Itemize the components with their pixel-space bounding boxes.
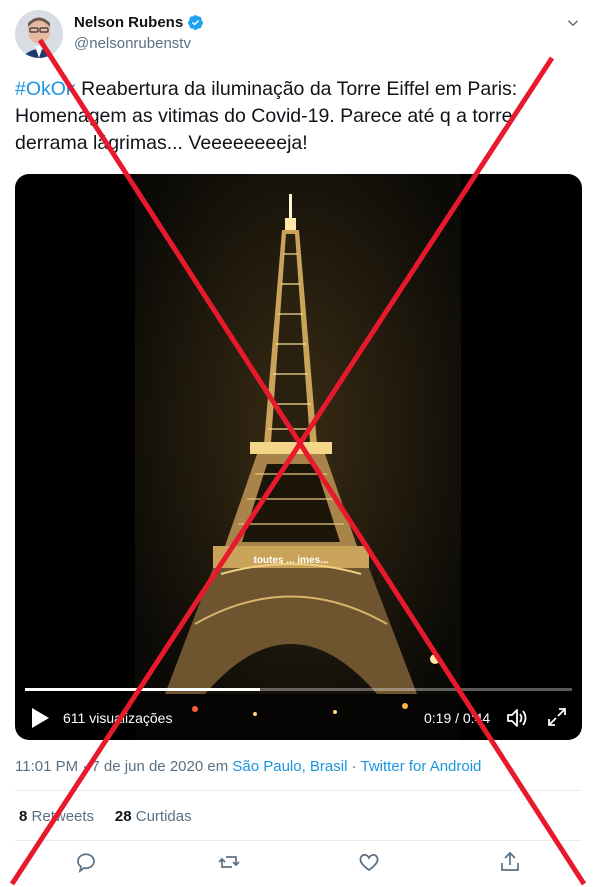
tweet-timestamp[interactable]: 11:01 PM · 7 de jun de 2020 em [15,758,232,775]
location-link[interactable]: São Paulo, Brasil [232,758,347,775]
tweet-meta: 11:01 PM · 7 de jun de 2020 em São Paulo… [15,758,481,775]
avatar[interactable] [15,10,63,58]
fullscreen-icon[interactable] [546,706,568,728]
share-icon[interactable] [498,850,522,874]
hashtag-link[interactable]: #OkOk [15,78,76,100]
divider [15,790,581,791]
volume-icon[interactable] [505,706,529,730]
tweet-stats: 8 Retweets 28 Curtidas [19,808,192,825]
video-frame: toutes ... imes... [135,174,461,740]
video-views: 611 visualizações [63,710,173,726]
eiffel-tower-image: toutes ... imes... [135,174,461,740]
author-name[interactable]: Nelson Rubens [74,14,204,31]
like-icon[interactable] [357,850,381,874]
video-player[interactable]: toutes ... imes... 611 visualizações 0:1… [15,174,582,740]
chevron-down-icon[interactable] [564,14,582,37]
video-time: 0:19 / 0:44 [424,710,491,726]
source-link[interactable]: Twitter for Android [361,758,482,775]
verified-badge-icon [188,15,204,30]
avatar-image [15,10,63,58]
author-handle[interactable]: @nelsonrubenstv [74,35,191,52]
likes-stat[interactable]: 28 Curtidas [115,808,192,825]
retweet-icon[interactable] [217,850,241,874]
video-progress-fill [25,688,261,691]
play-icon[interactable] [29,706,51,730]
retweets-stat[interactable]: 8 Retweets [19,808,94,825]
tweet-actions [0,850,596,878]
tweet-body: Reabertura da iluminação da Torre Eiffel… [15,78,518,154]
divider [15,840,581,841]
meta-separator: · [347,758,361,775]
video-progress-bar[interactable] [25,688,572,691]
tweet-text: #OkOk Reabertura da iluminação da Torre … [15,76,575,157]
reply-icon[interactable] [74,850,98,874]
